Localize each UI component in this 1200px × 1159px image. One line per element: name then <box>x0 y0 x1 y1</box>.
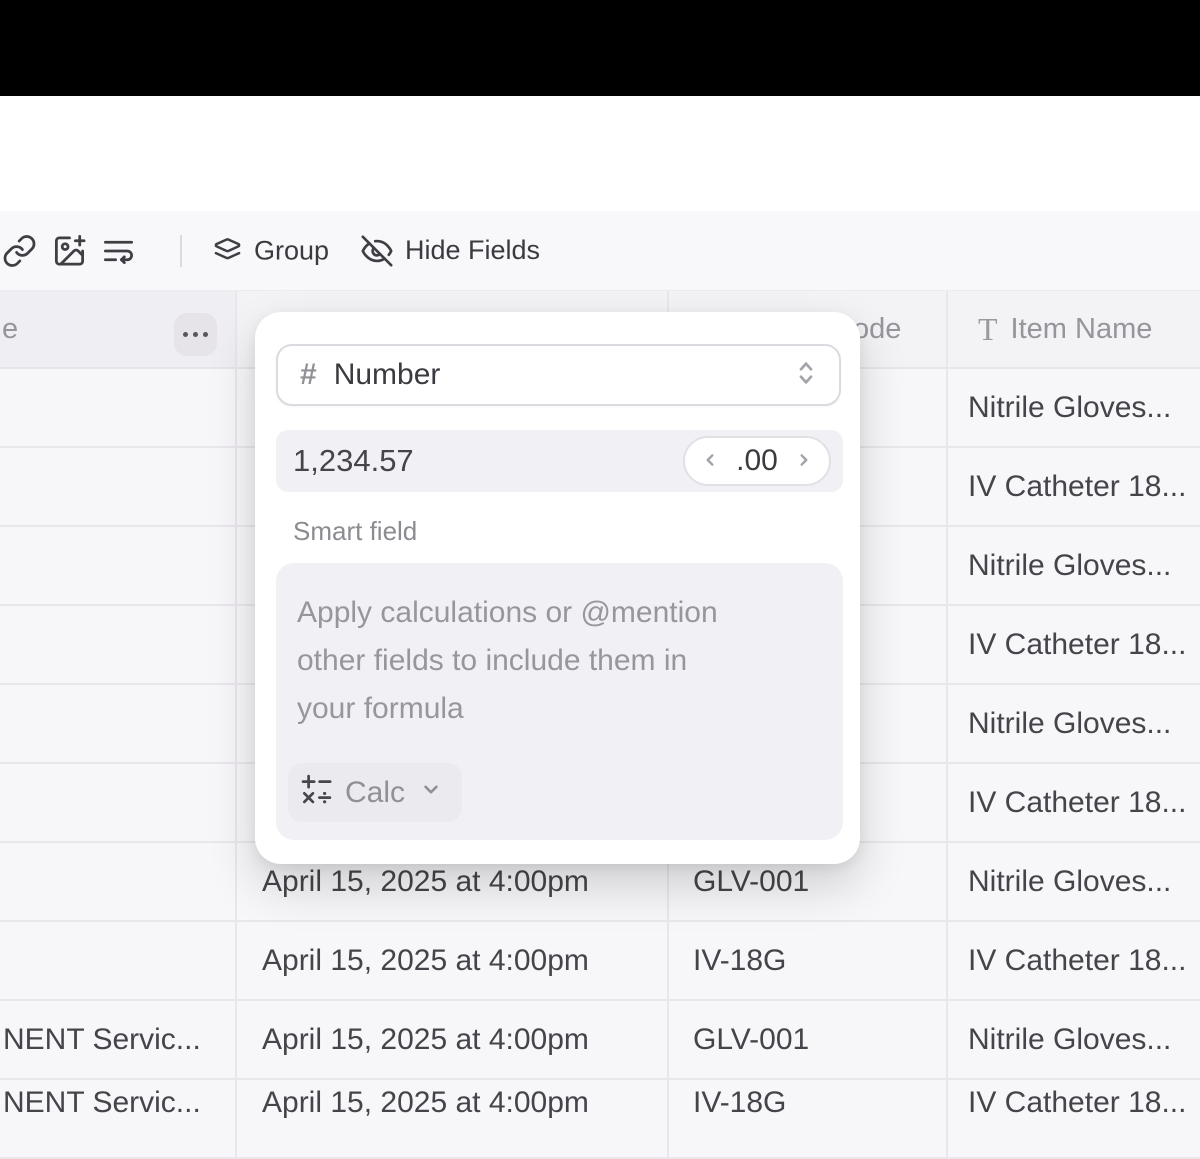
group-button[interactable]: Group <box>212 235 329 266</box>
cell-item-name[interactable]: IV Catheter 18... <box>948 606 1200 683</box>
more-options-button[interactable] <box>174 313 217 356</box>
cell-service-name[interactable] <box>0 764 237 841</box>
chevron-right-icon <box>793 449 815 474</box>
formula-placeholder: Apply calculations or @mention other fie… <box>297 589 802 733</box>
cell-item-code[interactable]: GLV-001 <box>669 1001 948 1078</box>
cell-service-name[interactable]: NENT Servic... <box>0 1001 237 1078</box>
header-service-name[interactable]: e <box>0 291 237 369</box>
wrap-text-button[interactable] <box>101 233 136 268</box>
view-toolbar: Group Hide Fields <box>0 211 1200 291</box>
cell-item-name[interactable]: IV Catheter 18... <box>948 764 1200 841</box>
eye-off-icon <box>360 234 394 268</box>
field-settings-popup: # Number 1,234.57 .00 Smart field Apply … <box>255 312 860 864</box>
cell-item-name[interactable]: Nitrile Gloves... <box>948 1001 1200 1078</box>
chevron-up-down-icon <box>791 356 821 395</box>
header-item-name[interactable]: T Item Name <box>948 291 1200 369</box>
smart-field-label: Smart field <box>293 516 417 546</box>
table-row: NENT Servic...April 15, 2025 at 4:00pmGL… <box>0 1001 1200 1080</box>
precision-value: .00 <box>736 444 778 478</box>
cell-service-name[interactable] <box>0 843 237 920</box>
top-black-bar <box>0 0 1200 96</box>
text-type-icon: T <box>978 313 998 345</box>
cell-item-name[interactable]: Nitrile Gloves... <box>948 843 1200 920</box>
cell-item-name[interactable]: IV Catheter 18... <box>948 448 1200 525</box>
cell-service-name[interactable] <box>0 448 237 525</box>
hide-fields-button-label: Hide Fields <box>405 235 540 266</box>
cell-service-name[interactable] <box>0 685 237 762</box>
cell-item-name[interactable]: Nitrile Gloves... <box>948 527 1200 604</box>
cell-service-name[interactable] <box>0 369 237 446</box>
ellipsis-dot <box>193 332 198 337</box>
image-plus-icon <box>52 233 87 268</box>
calc-button[interactable]: Calc <box>288 763 462 822</box>
formula-input[interactable]: Apply calculations or @mention other fie… <box>276 563 843 840</box>
cell-service-name[interactable] <box>0 606 237 683</box>
cell-date[interactable]: April 15, 2025 at 4:00pm <box>237 922 669 999</box>
chevron-down-icon <box>418 776 444 810</box>
calc-icon <box>300 773 332 813</box>
table-row: April 15, 2025 at 4:00pmIV-18GIV Cathete… <box>0 922 1200 1001</box>
chevron-left-icon <box>699 449 721 474</box>
header-service-name-fragment: e <box>2 313 18 346</box>
cell-service-name[interactable] <box>0 922 237 999</box>
link-icon <box>2 233 37 268</box>
precision-stepper: .00 <box>683 436 831 486</box>
number-format-value: 1,234.57 <box>293 443 414 479</box>
ellipsis-dot <box>183 332 188 337</box>
link-button[interactable] <box>2 233 37 268</box>
field-type-value: Number <box>334 358 791 392</box>
hide-fields-button[interactable]: Hide Fields <box>360 234 540 268</box>
cell-date[interactable]: April 15, 2025 at 4:00pm <box>237 1001 669 1078</box>
cell-item-name[interactable]: Nitrile Gloves... <box>948 369 1200 446</box>
cell-item-code[interactable]: IV-18G <box>669 922 948 999</box>
cell-item-name[interactable]: Nitrile Gloves... <box>948 685 1200 762</box>
calc-button-label: Calc <box>345 776 405 810</box>
wrap-text-icon <box>101 233 136 268</box>
field-type-select[interactable]: # Number <box>276 344 841 406</box>
cell-service-name[interactable] <box>0 527 237 604</box>
precision-decrease-button[interactable] <box>695 449 725 474</box>
precision-increase-button[interactable] <box>789 449 819 474</box>
cell-item-name[interactable]: IV Catheter 18... <box>948 922 1200 999</box>
header-item-code-fragment: ode <box>853 291 901 367</box>
number-format-preview[interactable]: 1,234.57 .00 <box>276 430 843 492</box>
group-button-label: Group <box>254 235 329 266</box>
toolbar-divider <box>180 235 182 267</box>
hash-icon: # <box>300 358 317 392</box>
ellipsis-dot <box>203 332 208 337</box>
header-item-name-label: Item Name <box>1011 313 1153 346</box>
layers-icon <box>212 235 243 266</box>
add-image-button[interactable] <box>52 233 87 268</box>
